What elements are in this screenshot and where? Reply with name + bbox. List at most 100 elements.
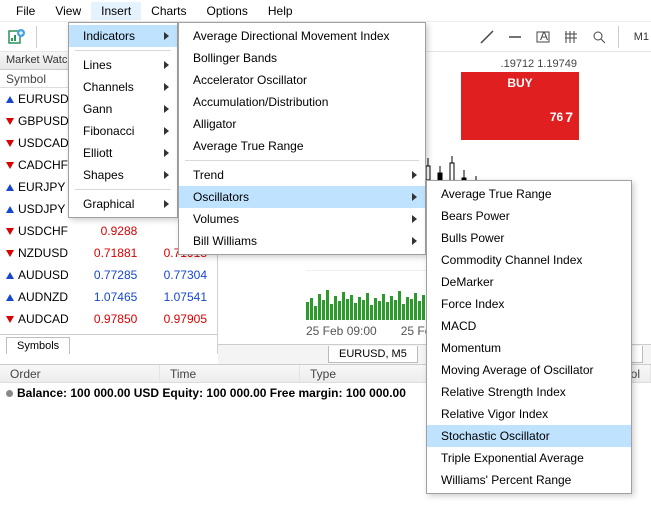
symbol-name: USDJPY	[18, 202, 65, 216]
insert-shapes[interactable]: Shapes	[69, 164, 177, 186]
menu-separator	[75, 189, 171, 190]
line-tool-icon[interactable]	[476, 26, 498, 48]
menu-insert: Indicators LinesChannelsGannFibonacciElli…	[68, 22, 178, 218]
volume-bar	[418, 301, 421, 320]
volume-bar	[414, 293, 417, 320]
osc-bulls-power[interactable]: Bulls Power	[427, 227, 631, 249]
submenu-arrow-icon	[412, 171, 417, 179]
symbol-name: CADCHF	[18, 158, 68, 172]
ind-average-true-range[interactable]: Average True Range	[179, 135, 425, 157]
osc-triple-exponential-average[interactable]: Triple Exponential Average	[427, 447, 631, 469]
ind-accumulation-distribution[interactable]: Accumulation/Distribution	[179, 91, 425, 113]
symbol-row[interactable]: AUDUSD0.772850.77304	[0, 264, 217, 286]
insert-elliott[interactable]: Elliott	[69, 142, 177, 164]
volume-bar	[362, 300, 365, 320]
osc-bears-power[interactable]: Bears Power	[427, 205, 631, 227]
insert-gann[interactable]: Gann	[69, 98, 177, 120]
volume-bar	[374, 298, 377, 320]
menu-charts[interactable]: Charts	[141, 2, 196, 20]
volume-bar	[342, 292, 345, 320]
submenu-arrow-icon	[412, 193, 417, 201]
chart-tab-eurusd[interactable]: EURUSD, M5	[328, 346, 418, 363]
symbol-row[interactable]: AUDCAD0.978500.97905	[0, 308, 217, 330]
osc-moving-average-of-oscillator[interactable]: Moving Average of Oscillator	[427, 359, 631, 381]
bid-value: 0.71881	[78, 246, 148, 260]
volume-bar	[314, 306, 317, 320]
quote-line: .19712 1.19749	[499, 58, 579, 70]
col-symbol[interactable]: Symbol	[0, 70, 78, 87]
tab-symbols[interactable]: Symbols	[6, 337, 70, 354]
arrow-down-icon	[6, 250, 14, 257]
col-type[interactable]: Type	[300, 365, 440, 382]
insert-fibonacci[interactable]: Fibonacci	[69, 120, 177, 142]
market-watch-tabs: Symbols	[0, 334, 217, 354]
volume-bar	[382, 294, 385, 320]
menu-help[interactable]: Help	[258, 2, 303, 20]
volume-bar	[350, 295, 353, 320]
ind-accelerator-oscillator[interactable]: Accelerator Oscillator	[179, 69, 425, 91]
one-click-buy[interactable]: BUY 767	[461, 72, 579, 140]
horizontal-line-icon[interactable]	[504, 26, 526, 48]
volume-bar	[330, 304, 333, 320]
symbol-name: AUDUSD	[18, 268, 69, 282]
bid-value: 0.77285	[78, 268, 148, 282]
symbol-name: GBPUSD	[18, 114, 69, 128]
col-time[interactable]: Time	[160, 365, 300, 382]
arrow-down-icon	[6, 228, 14, 235]
ind-volumes[interactable]: Volumes	[179, 208, 425, 230]
ind-bill-williams[interactable]: Bill Williams	[179, 230, 425, 252]
osc-demarker[interactable]: DeMarker	[427, 271, 631, 293]
ind-oscillators[interactable]: Oscillators	[179, 186, 425, 208]
volume-bar	[366, 293, 369, 320]
menu-options[interactable]: Options	[197, 2, 258, 20]
volume-bar	[410, 299, 413, 320]
menu-view[interactable]: View	[45, 2, 91, 20]
timeframe-m1[interactable]: M1	[632, 31, 651, 43]
volume-bar	[398, 291, 401, 320]
arrow-up-icon	[6, 184, 14, 191]
volume-bar	[326, 290, 329, 320]
arrow-up-icon	[6, 294, 14, 301]
volume-bar	[354, 303, 357, 320]
osc-commodity-channel-index[interactable]: Commodity Channel Index	[427, 249, 631, 271]
osc-macd[interactable]: MACD	[427, 315, 631, 337]
new-chart-icon[interactable]	[6, 26, 28, 48]
grid-icon[interactable]	[560, 26, 582, 48]
volume-bar	[390, 296, 393, 320]
ind-alligator[interactable]: Alligator	[179, 113, 425, 135]
ind-average-directional-movement-index[interactable]: Average Directional Movement Index	[179, 25, 425, 47]
zoom-icon[interactable]	[588, 26, 610, 48]
ind-trend[interactable]: Trend	[179, 164, 425, 186]
arrow-up-icon	[6, 272, 14, 279]
arrow-up-icon	[6, 206, 14, 213]
menu-file[interactable]: File	[6, 2, 45, 20]
volume-bar	[334, 296, 337, 320]
osc-momentum[interactable]: Momentum	[427, 337, 631, 359]
balance-text: Balance: 100 000.00 USD Equity: 100 000.…	[17, 386, 406, 400]
time-label: 25 Feb 09:00	[306, 324, 377, 338]
osc-relative-strength-index[interactable]: Relative Strength Index	[427, 381, 631, 403]
osc-williams-percent-range[interactable]: Williams' Percent Range	[427, 469, 631, 491]
status-dot-icon	[6, 390, 13, 397]
ind-bollinger-bands[interactable]: Bollinger Bands	[179, 47, 425, 69]
text-label-icon[interactable]: A	[532, 26, 554, 48]
insert-channels[interactable]: Channels	[69, 76, 177, 98]
symbol-name: AUDCAD	[18, 312, 69, 326]
volume-bar	[378, 301, 381, 320]
insert-indicators[interactable]: Indicators	[69, 25, 177, 47]
osc-stochastic-oscillator[interactable]: Stochastic Oscillator	[427, 425, 631, 447]
osc-force-index[interactable]: Force Index	[427, 293, 631, 315]
insert-lines[interactable]: Lines	[69, 54, 177, 76]
osc-relative-vigor-index[interactable]: Relative Vigor Index	[427, 403, 631, 425]
symbol-row[interactable]: AUDNZD1.074651.07541	[0, 286, 217, 308]
arrow-down-icon	[6, 118, 14, 125]
osc-average-true-range[interactable]: Average True Range	[427, 183, 631, 205]
volume-bar	[322, 300, 325, 320]
ask-value: 1.07541	[147, 290, 217, 304]
menu-insert[interactable]: Insert	[91, 2, 141, 20]
insert-graphical[interactable]: Graphical	[69, 193, 177, 215]
menubar: FileViewInsertChartsOptionsHelp	[0, 0, 651, 22]
col-order[interactable]: Order	[0, 365, 160, 382]
buy-price-big: 76	[550, 110, 563, 124]
submenu-arrow-icon	[164, 149, 169, 157]
